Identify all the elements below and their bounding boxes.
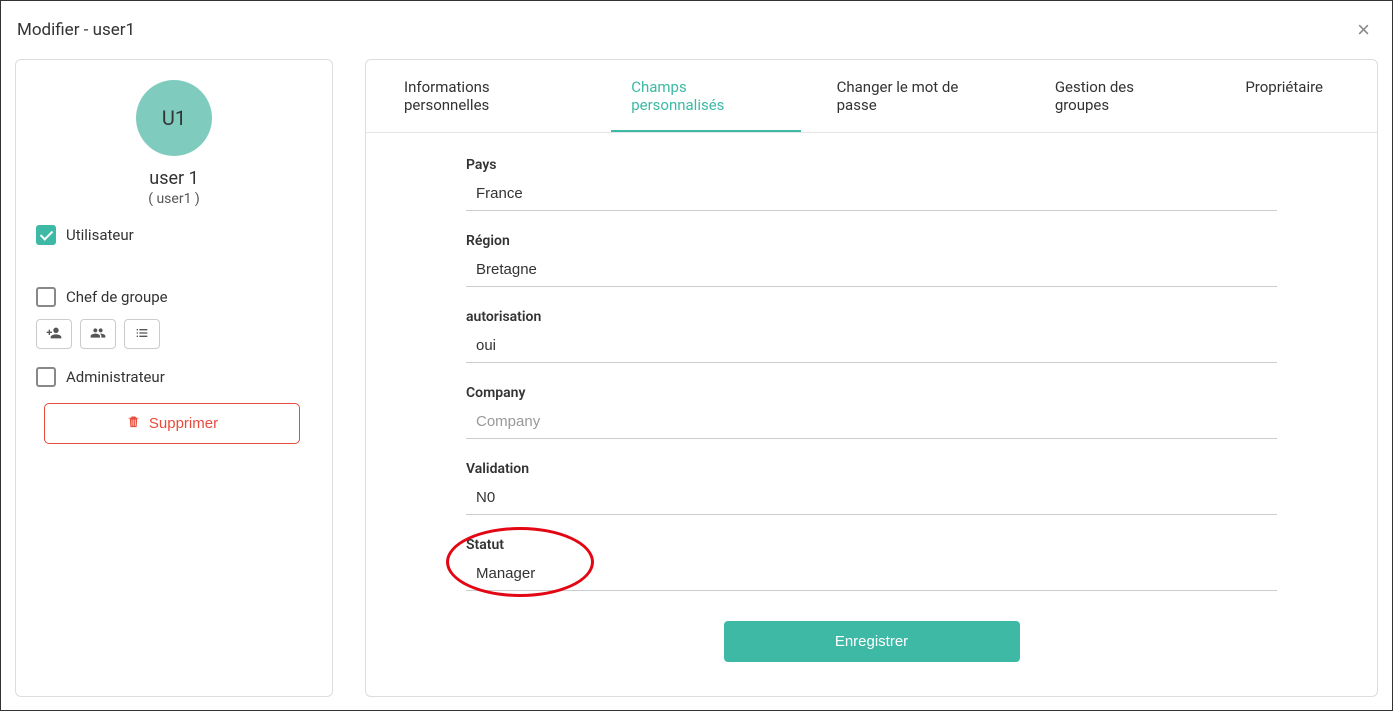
user-login: ( user1 ) [148,191,200,207]
add-user-to-group-button[interactable] [36,319,72,349]
avatar: U1 [136,80,212,156]
avatar-section: U1 user 1 ( user1 ) [36,80,312,207]
modal-header: Modifier - user1 × [15,15,1378,59]
delete-label: Supprimer [149,415,218,432]
utilisateur-label: Utilisateur [66,226,134,244]
company-input[interactable] [466,407,1277,439]
statut-label: Statut [466,537,1277,553]
trash-icon [126,414,141,433]
pays-label: Pays [466,157,1277,173]
autorisation-input[interactable] [466,331,1277,363]
manage-group-button[interactable] [80,319,116,349]
chef-groupe-label: Chef de groupe [66,288,168,306]
tab-groups[interactable]: Gestion des groupes [1035,60,1210,132]
role-admin-row: Administrateur [36,367,312,387]
chef-groupe-checkbox[interactable] [36,287,56,307]
field-autorisation: autorisation [466,309,1277,363]
tab-info[interactable]: Informations personnelles [384,60,595,132]
list-icon [134,325,150,344]
autorisation-label: autorisation [466,309,1277,325]
tab-custom-fields[interactable]: Champs personnalisés [611,60,800,132]
field-company: Company [466,385,1277,439]
delete-button[interactable]: Supprimer [44,403,300,444]
close-button[interactable]: × [1351,19,1376,41]
tab-password[interactable]: Changer le mot de passe [817,60,1019,132]
company-label: Company [466,385,1277,401]
pays-input[interactable] [466,179,1277,211]
custom-fields-form: Pays Région autorisation Company Validat [366,133,1377,696]
utilisateur-checkbox[interactable] [36,225,56,245]
tab-bar: Informations personnelles Champs personn… [366,60,1377,133]
modal-title: Modifier - user1 [17,20,135,40]
field-pays: Pays [466,157,1277,211]
edit-user-modal: Modifier - user1 × U1 user 1 ( user1 ) U… [0,0,1393,711]
field-validation: Validation [466,461,1277,515]
content-row: U1 user 1 ( user1 ) Utilisateur Chef de … [15,59,1378,697]
field-statut: Statut [466,537,1277,591]
user-display-name: user 1 [149,168,198,189]
admin-checkbox[interactable] [36,367,56,387]
role-chef-groupe-row: Chef de groupe [36,287,312,307]
validation-input[interactable] [466,483,1277,515]
statut-input[interactable] [466,559,1277,591]
close-icon: × [1357,17,1370,42]
main-panel: Informations personnelles Champs personn… [365,59,1378,697]
region-label: Région [466,233,1277,249]
save-button[interactable]: Enregistrer [724,621,1020,662]
user-plus-icon [46,325,62,344]
list-button[interactable] [124,319,160,349]
role-utilisateur-row: Utilisateur [36,225,312,245]
validation-label: Validation [466,461,1277,477]
region-input[interactable] [466,255,1277,287]
admin-label: Administrateur [66,368,165,386]
field-region: Région [466,233,1277,287]
tab-owner[interactable]: Propriétaire [1225,60,1343,132]
users-group-icon [90,325,106,344]
group-action-row [36,319,312,349]
user-sidebar: U1 user 1 ( user1 ) Utilisateur Chef de … [15,59,333,697]
